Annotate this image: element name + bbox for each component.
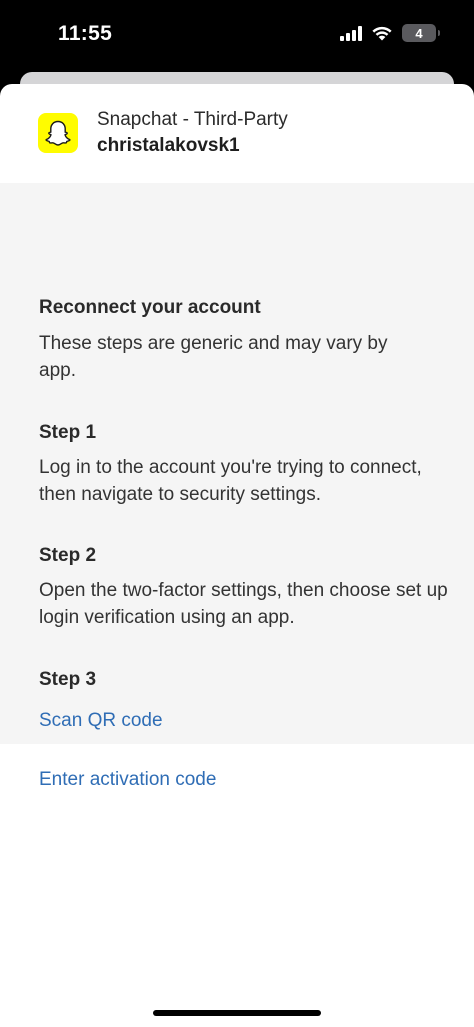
reconnect-title: Reconnect your account <box>39 297 261 318</box>
scan-qr-code-link[interactable]: Scan QR code <box>39 710 163 732</box>
step-1-label: Step 1 <box>39 422 97 443</box>
step-2-label: Step 2 <box>39 545 97 566</box>
step-2-text: Open the two-factor settings, then choos… <box>39 580 448 628</box>
app-text: Snapchat - Third-Party christalakovsk1 <box>97 108 288 158</box>
step-1-text: Log in to the account you're trying to c… <box>39 457 422 505</box>
app-name: Snapchat - Third-Party <box>97 109 288 130</box>
home-indicator[interactable] <box>153 1010 321 1016</box>
battery-level: 4 <box>415 25 423 41</box>
wifi-icon <box>372 26 392 41</box>
status-bar: 11:55 4 <box>0 0 474 72</box>
app-header: Snapchat - Third-Party christalakovsk1 <box>38 108 288 158</box>
status-time: 11:55 <box>58 22 113 45</box>
reconnect-subtitle: These steps are generic and may vary by … <box>39 333 388 381</box>
account-name: christalakovsk1 <box>97 135 240 156</box>
cellular-signal-icon <box>340 25 362 41</box>
battery-icon: 4 <box>402 24 440 42</box>
ghost-icon <box>45 120 71 146</box>
enter-activation-code-link[interactable]: Enter activation code <box>39 769 216 791</box>
step-3-label: Step 3 <box>39 669 97 690</box>
snapchat-logo-icon <box>38 113 78 153</box>
instructions-panel: Reconnect your account These steps are g… <box>0 183 474 790</box>
status-icons: 4 <box>340 24 440 42</box>
